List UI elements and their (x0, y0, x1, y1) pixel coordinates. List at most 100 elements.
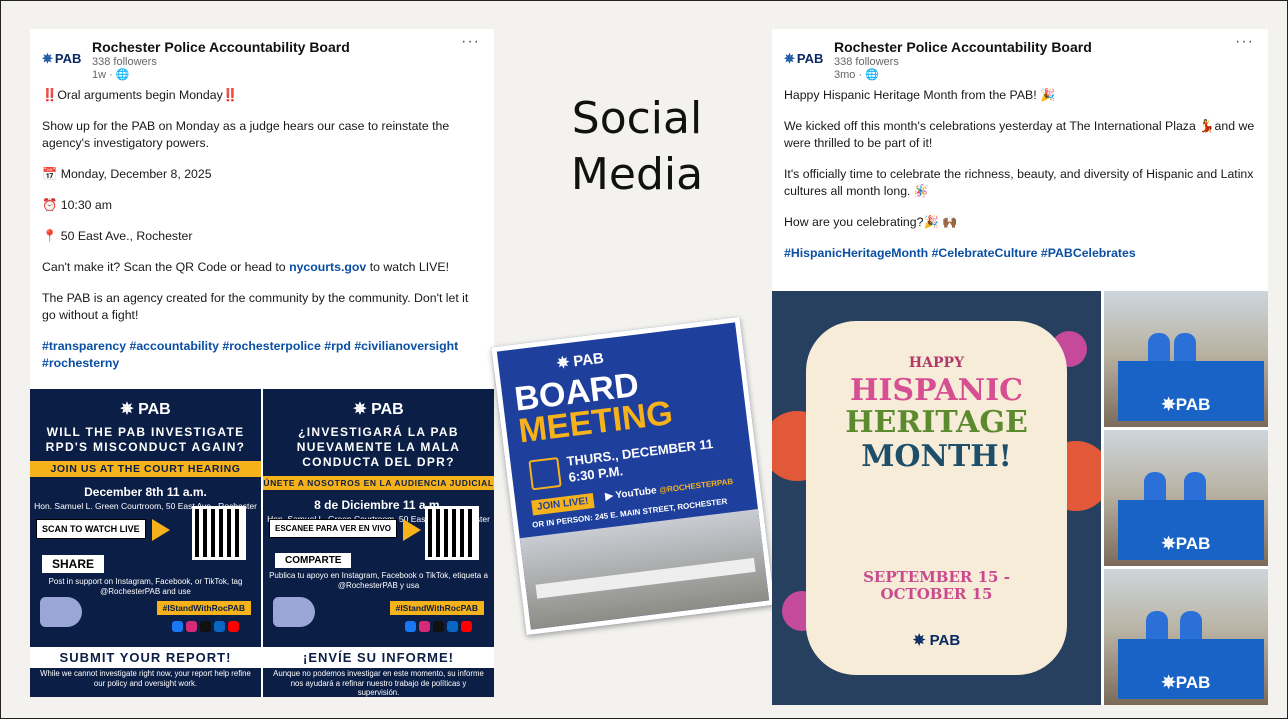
org-logo[interactable]: ✵ PAB (784, 51, 823, 67)
flyer-band: JOIN US AT THE COURT HEARING (30, 461, 261, 477)
post-paragraph: We kicked off this month's celebrations … (784, 119, 1255, 150)
org-name[interactable]: Rochester Police Accountability Board (92, 39, 350, 55)
meeting-photo (519, 509, 770, 630)
poster-card: ✵ PAB BOARD MEETING THURS., DECEMBER 11 … (491, 316, 775, 636)
flyer-title: WILL THE PAB INVESTIGATE RPD'S MISCONDUC… (45, 425, 246, 454)
flyer-spanish[interactable]: ✵ PAB ¿INVESTIGARÁ LA PAB NUEVAMENTE LA … (263, 389, 494, 697)
hashtags[interactable]: #transparency #accountability #rochester… (42, 338, 482, 372)
flyer-date: December 8th 11 a.m. (84, 485, 207, 499)
flyer-logo: ✵ PAB (353, 401, 404, 418)
flyer-title: ¿INVESTIGARÁ LA PAB NUEVAMENTE LA MALA C… (296, 425, 461, 469)
social-icons (405, 621, 472, 632)
graphic-dates-line2: OCTOBER 15 (880, 585, 993, 603)
org-name[interactable]: Rochester Police Accountability Board (834, 39, 1092, 55)
title-line-2: Media (570, 149, 704, 200)
linkedin-icon (447, 621, 458, 632)
linkedin-post-court-hearing: ✵ PAB Rochester Police Accountability Boa… (30, 29, 494, 697)
post-header: ✵ PAB Rochester Police Accountability Boa… (30, 29, 494, 87)
qr-code-icon (425, 506, 479, 560)
instagram-icon (186, 621, 197, 632)
nycourts-link[interactable]: nycourts.gov (289, 260, 366, 274)
post-age: 1w · 🌐 (92, 69, 130, 81)
time-line: ⏰ 10:30 am (42, 198, 112, 212)
instagram-icon (419, 621, 430, 632)
post-images[interactable]: ✵ PAB WILL THE PAB INVESTIGATE RPD'S MIS… (30, 389, 494, 697)
post-paragraph: How are you celebrating?🎉 🙌🏾 (784, 215, 958, 229)
facebook-icon (172, 621, 183, 632)
post-text: ‼️Oral arguments begin Monday‼️ Show up … (30, 87, 494, 372)
graphic-line2: HERITAGE (845, 405, 1028, 440)
post-images[interactable]: HAPPY HISPANIC HERITAGE MONTH! SEPTEMBER… (772, 291, 1268, 705)
photo-logo: ✵PAB (1161, 395, 1211, 414)
flyer-hashtag: #IStandWithRocPAB (389, 601, 484, 615)
post-paragraph: It's officially time to celebrate the ri… (784, 167, 1254, 198)
graphic-line3: MONTH! (861, 439, 1012, 474)
more-options-icon[interactable]: ··· (461, 33, 480, 51)
youtube-icon (228, 621, 239, 632)
post-age: 3mo · 🌐 (834, 69, 879, 81)
flyer-band: ÚNETE A NOSOTROS EN LA AUDIENCIA JUDICIA… (263, 476, 494, 490)
social-icons (172, 621, 239, 632)
cta-line: Can't make it? Scan the QR Code or head … (42, 259, 482, 276)
post-header: ✵ PAB Rochester Police Accountability Boa… (772, 29, 1268, 87)
flyer-footer: While we cannot investigate right now, y… (40, 669, 251, 688)
post-headline: Oral arguments begin Monday (57, 88, 223, 102)
flyer-logo: ✵ PAB (120, 401, 171, 418)
graphic-dates-line1: SEPTEMBER 15 - (863, 568, 1010, 586)
cta-text: Can't make it? Scan the QR Code or head … (42, 260, 290, 274)
calendar-icon (528, 456, 562, 491)
arrow-right-icon (152, 519, 170, 541)
org-logo-text: PAB (54, 51, 82, 66)
org-logo-text: PAB (796, 51, 824, 66)
post-paragraph: Happy Hispanic Heritage Month from the P… (784, 88, 1056, 102)
post-paragraph: The PAB is an agency created for the com… (42, 291, 469, 322)
hispanic-heritage-graphic[interactable]: HAPPY HISPANIC HERITAGE MONTH! SEPTEMBER… (772, 291, 1101, 705)
event-photo[interactable]: ✵PAB (1104, 291, 1268, 427)
poster-logo: ✵ PAB (555, 349, 605, 373)
exclaim-icon: ‼️ (42, 88, 58, 102)
slide: ✵ PAB Rochester Police Accountability Boa… (0, 0, 1288, 719)
exclaim-icon: ‼️ (222, 88, 239, 102)
tiktok-icon (200, 621, 211, 632)
flyer-share: COMPARTE (275, 553, 352, 568)
pab-star-icon: ✵ (42, 51, 53, 66)
more-options-icon[interactable]: ··· (1235, 33, 1254, 51)
post-text: Happy Hispanic Heritage Month from the P… (772, 87, 1268, 262)
title-line-1: Social (571, 93, 703, 144)
graphic-line1: HISPANIC (849, 373, 1024, 408)
linkedin-icon (214, 621, 225, 632)
flyer-hashtag: #IStandWithRocPAB (156, 601, 251, 615)
board-meeting-poster[interactable]: ✵ PAB BOARD MEETING THURS., DECEMBER 11 … (491, 316, 775, 636)
graphic-dates: SEPTEMBER 15 - OCTOBER 15 (772, 569, 1101, 603)
org-logo[interactable]: ✵ PAB (42, 51, 81, 67)
cta-text-end: to watch LIVE! (366, 260, 449, 274)
facebook-icon (405, 621, 416, 632)
poster-title: BOARD MEETING (513, 365, 675, 451)
megaphone-icon (273, 597, 315, 627)
youtube-icon (461, 621, 472, 632)
graphic-logo: ✵ PAB (912, 632, 961, 649)
megaphone-icon (40, 597, 82, 627)
photo-logo: ✵PAB (1161, 673, 1211, 692)
flyer-scan: SCAN TO WATCH LIVE (36, 519, 146, 539)
slide-title: Social Media (557, 91, 717, 203)
event-photos: ✵PAB ✵PAB ✵PAB (1104, 291, 1268, 705)
event-photo[interactable]: ✵PAB (1104, 430, 1268, 566)
arrow-right-icon (403, 519, 421, 541)
place-line: 📍 50 East Ave., Rochester (42, 229, 193, 243)
flyer-english[interactable]: ✵ PAB WILL THE PAB INVESTIGATE RPD'S MIS… (30, 389, 261, 697)
flyer-share: SHARE (42, 555, 105, 573)
flyer-post-text: Post in support on Instagram, Facebook, … (48, 577, 243, 596)
poster-date: THURS., DECEMBER 11 6:30 P.M. (566, 436, 716, 486)
poster-join: JOIN LIVE! (531, 493, 595, 516)
event-photo[interactable]: ✵PAB (1104, 569, 1268, 705)
date-line: 📅 Monday, December 8, 2025 (42, 167, 212, 181)
follower-count: 338 followers (834, 56, 899, 68)
photo-logo: ✵PAB (1161, 534, 1211, 553)
flyer-report: SUBMIT YOUR REPORT! (30, 647, 261, 668)
graphic-happy: HAPPY (908, 355, 965, 371)
follower-count: 338 followers (92, 56, 157, 68)
linkedin-post-hispanic-heritage: ✵ PAB Rochester Police Accountability Boa… (772, 29, 1268, 705)
flyer-scan: ESCANEE PARA VER EN VIVO (269, 519, 398, 538)
hashtags[interactable]: #HispanicHeritageMonth #CelebrateCulture… (784, 245, 1256, 262)
